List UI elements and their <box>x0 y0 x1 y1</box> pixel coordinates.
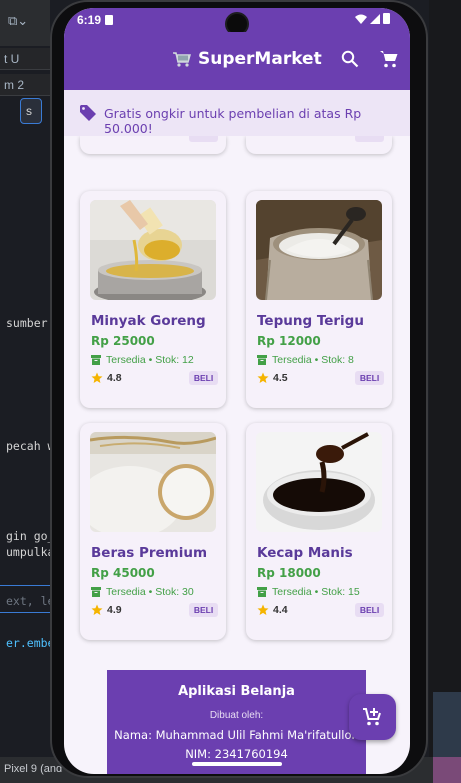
signal-icon <box>370 14 380 24</box>
promo-text: Gratis ongkir untuk pembelian di atas Rp… <box>104 106 362 136</box>
ide-divider <box>0 612 52 613</box>
phone-screen: 6:19 SuperMarket Gratis ongkir untuk pem… <box>64 8 410 774</box>
product-card-partial[interactable] <box>80 136 226 154</box>
ide-divider <box>0 585 52 586</box>
stock-text: Tersedia • Stok: 8 <box>272 354 354 366</box>
inventory-icon <box>91 587 101 597</box>
stock-text: Tersedia • Stok: 30 <box>106 586 194 598</box>
status-time: 6:19 <box>77 13 114 27</box>
product-price: Rp 12000 <box>257 334 321 348</box>
product-price: Rp 18000 <box>257 566 321 580</box>
code-line: gin go_ <box>6 529 55 543</box>
inventory-icon <box>257 587 267 597</box>
add-shopping-cart-icon <box>363 708 381 726</box>
buy-button-partial[interactable] <box>189 136 218 142</box>
product-name: Tepung Terigu <box>257 313 364 329</box>
shopping-cart-emoji-icon <box>173 52 191 67</box>
star-icon <box>257 372 269 383</box>
buy-button-partial[interactable] <box>355 136 384 142</box>
product-rating: 4.9 <box>91 604 122 616</box>
ide-right-panel <box>429 0 461 757</box>
ide-selected-item[interactable]: s <box>20 98 42 124</box>
buy-button[interactable]: BELI <box>355 603 384 617</box>
product-name: Kecap Manis <box>257 545 353 561</box>
device-name[interactable]: Pixel 9 (and <box>4 763 62 775</box>
rating-text: 4.5 <box>273 372 288 384</box>
product-rating: 4.4 <box>257 604 288 616</box>
product-card[interactable]: Kecap Manis Rp 18000 Tersedia • Stok: 15… <box>246 423 392 640</box>
product-price: Rp 45000 <box>91 566 155 580</box>
status-icons <box>354 12 390 26</box>
footer-author-nim: NIM: 2341760194 <box>185 747 288 761</box>
code-line: er.embe <box>6 636 55 650</box>
star-icon <box>91 604 103 615</box>
product-card[interactable]: Minyak Goreng Rp 25000 Tersedia • Stok: … <box>80 191 226 408</box>
stock-status: Tersedia • Stok: 30 <box>91 586 194 598</box>
product-rating: 4.8 <box>91 372 122 384</box>
stock-status: Tersedia • Stok: 12 <box>91 354 194 366</box>
inventory-icon <box>91 355 101 365</box>
ide-toolbar: ⧉⌄ <box>0 0 50 46</box>
soy-sauce-image <box>256 432 382 532</box>
product-name: Beras Premium <box>91 545 208 561</box>
battery-icon <box>383 13 390 24</box>
root: ⧉⌄ t U m 2 s sumber pecah w gin go_ umpu… <box>0 0 461 783</box>
stock-text: Tersedia • Stok: 12 <box>106 354 194 366</box>
product-card[interactable]: Beras Premium Rp 45000 Tersedia • Stok: … <box>80 423 226 640</box>
rating-text: 4.9 <box>107 604 122 616</box>
product-name: Minyak Goreng <box>91 313 206 329</box>
search-icon[interactable] <box>341 50 359 68</box>
time-text: 6:19 <box>77 13 102 27</box>
cooking-oil-image <box>90 200 216 300</box>
wifi-icon <box>354 14 367 24</box>
buy-button[interactable]: BELI <box>355 371 384 385</box>
cart-icon[interactable] <box>379 49 399 69</box>
product-card[interactable]: Tepung Terigu Rp 12000 Tersedia • Stok: … <box>246 191 392 408</box>
rating-text: 4.4 <box>273 604 288 616</box>
flour-image <box>256 200 382 300</box>
product-card-partial[interactable] <box>246 136 392 154</box>
stock-text: Tersedia • Stok: 15 <box>272 586 360 598</box>
app-title: SuperMarket <box>172 49 322 69</box>
tag-icon <box>80 105 96 121</box>
ide-tab-1[interactable]: t U <box>0 48 50 70</box>
stock-status: Tersedia • Stok: 8 <box>257 354 354 366</box>
ide-tab-2[interactable]: m 2 <box>0 74 50 96</box>
code-line: pecah w <box>6 439 55 453</box>
product-price: Rp 25000 <box>91 334 155 348</box>
footer-author-name: Nama: Muhammad Ulil Fahmi Ma'rifatulloh <box>114 728 359 742</box>
star-icon <box>257 604 269 615</box>
footer-credit-label: Dibuat oleh: <box>209 710 264 721</box>
code-line: umpulka <box>6 545 55 559</box>
promo-banner: Gratis ongkir untuk pembelian di atas Rp… <box>64 90 410 136</box>
stock-status: Tersedia • Stok: 15 <box>257 586 360 598</box>
buy-button[interactable]: BELI <box>189 603 218 617</box>
code-line: sumber <box>6 316 48 330</box>
device-icon[interactable]: ⧉⌄ <box>8 14 28 29</box>
inventory-icon <box>257 355 267 365</box>
footer-title: Aplikasi Belanja <box>178 684 295 699</box>
add-to-cart-fab[interactable] <box>349 694 396 740</box>
home-indicator[interactable] <box>192 762 282 766</box>
star-icon <box>91 372 103 383</box>
status-bar: 6:19 <box>64 8 410 36</box>
app-title-text: SuperMarket <box>198 49 322 69</box>
sim-icon <box>105 15 114 25</box>
ide-status-accent <box>433 757 461 783</box>
buy-button[interactable]: BELI <box>189 371 218 385</box>
rating-text: 4.8 <box>107 372 122 384</box>
product-rating: 4.5 <box>257 372 288 384</box>
app-bar: SuperMarket <box>64 32 410 90</box>
app-footer: Aplikasi Belanja Dibuat oleh: Nama: Muha… <box>107 670 366 774</box>
rice-image <box>90 432 216 532</box>
